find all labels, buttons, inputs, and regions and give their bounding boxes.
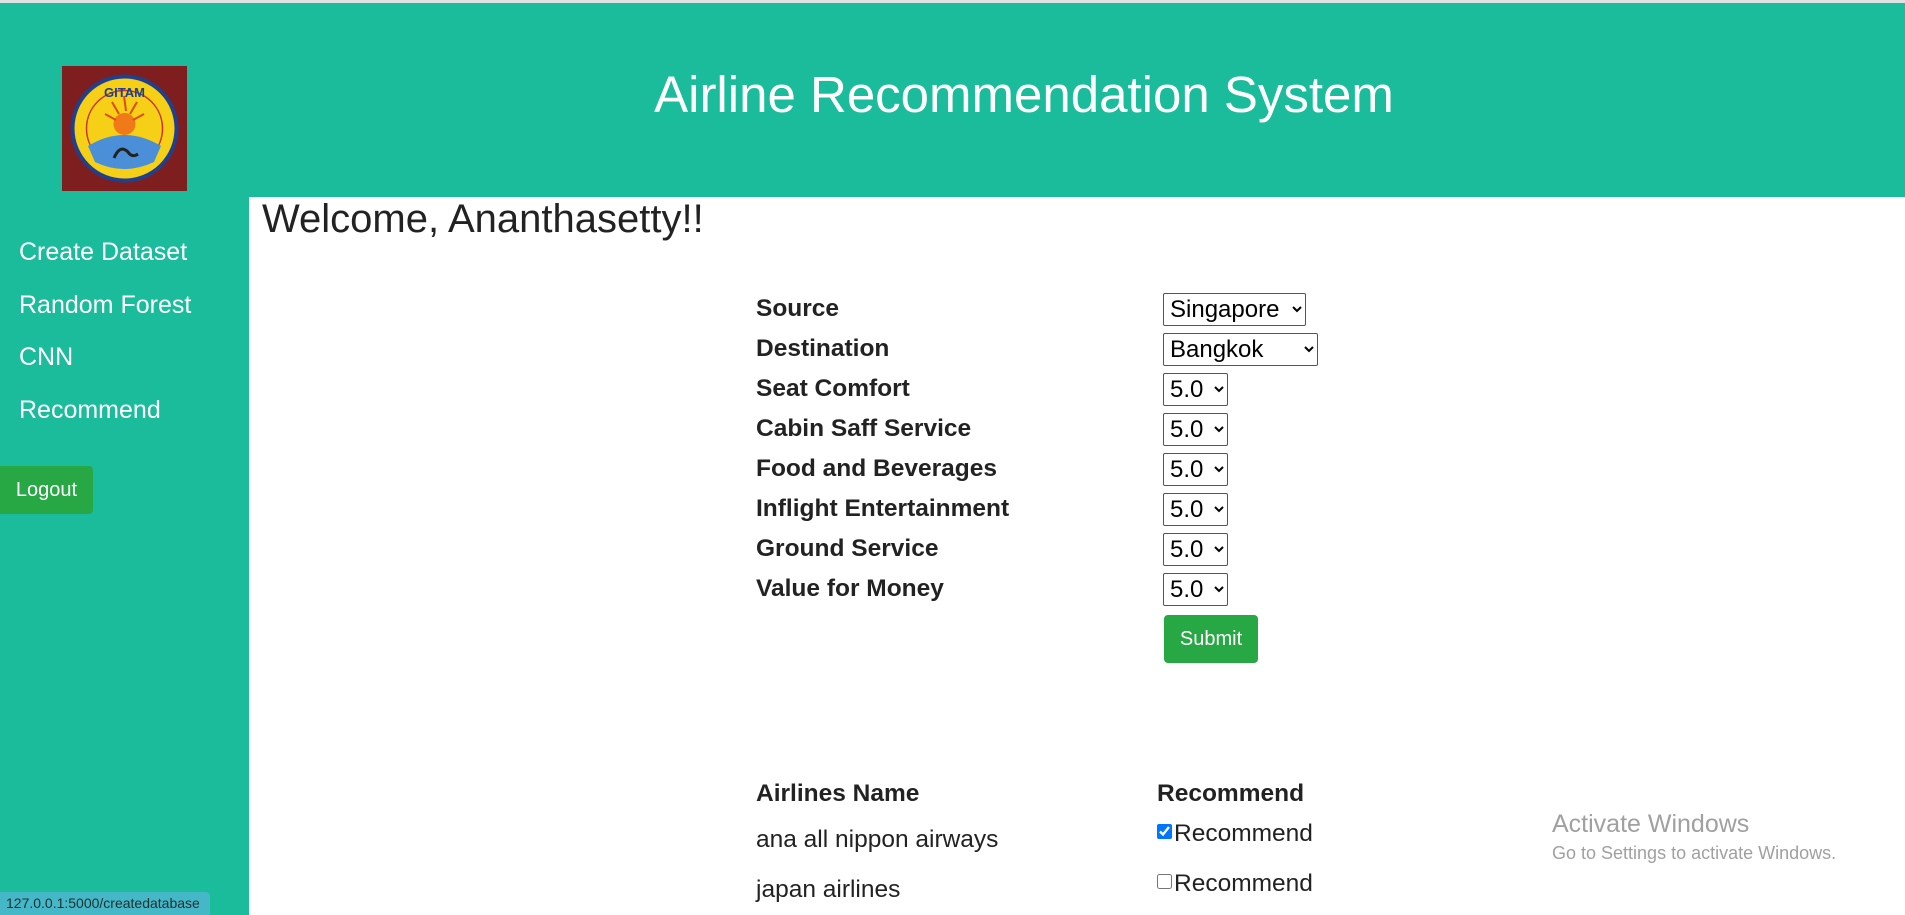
cabin-staff-service-select[interactable]: 5.0 — [1163, 413, 1228, 446]
sidebar-item-cnn[interactable]: CNN — [19, 342, 191, 395]
inflight-entertainment-select[interactable]: 5.0 — [1163, 493, 1228, 526]
source-label: Source — [756, 295, 840, 322]
ground-service-label: Ground Service — [756, 535, 939, 562]
recommend-checkbox-label: Recommend — [1174, 870, 1313, 897]
status-bar-url: 127.0.0.1:5000/createdatabase — [0, 892, 210, 915]
value-for-money-select[interactable]: 5.0 — [1163, 573, 1228, 606]
airline-name: ana all nippon airways — [756, 826, 999, 853]
page-title: Airline Recommendation System — [654, 66, 1394, 123]
watermark-title: Activate Windows — [1552, 810, 1750, 838]
food-beverages-select[interactable]: 5.0 — [1163, 453, 1228, 486]
sidebar-nav: Create Dataset Random Forest CNN Recomme… — [19, 237, 191, 447]
food-beverages-label: Food and Beverages — [756, 455, 997, 482]
seat-comfort-select[interactable]: 5.0 — [1163, 373, 1228, 406]
column-header-airlines-name: Airlines Name — [756, 780, 920, 807]
column-header-recommend: Recommend — [1157, 780, 1305, 807]
seat-comfort-label: Seat Comfort — [756, 375, 910, 402]
recommend-checkbox[interactable] — [1157, 874, 1172, 889]
logout-button[interactable]: Logout — [0, 466, 93, 514]
recommend-checkbox-label: Recommend — [1174, 820, 1313, 847]
university-logo: GITAM — [62, 66, 187, 191]
recommend-option[interactable]: Recommend — [1157, 870, 1313, 898]
destination-select[interactable]: Bangkok — [1163, 333, 1318, 366]
welcome-message: Welcome, Ananthasetty!! — [262, 197, 704, 241]
sidebar-item-create-dataset[interactable]: Create Dataset — [19, 237, 191, 290]
sidebar: GITAM Create Dataset Random Forest CNN R… — [0, 3, 249, 915]
submit-button[interactable]: Submit — [1164, 615, 1258, 663]
logo-lettering: GITAM — [104, 85, 145, 100]
sidebar-item-random-forest[interactable]: Random Forest — [19, 290, 191, 343]
recommend-checkbox[interactable] — [1157, 824, 1172, 839]
page-header: Airline Recommendation System — [249, 3, 1905, 197]
table-row: ana all nippon airways Recommend — [756, 820, 1356, 860]
recommend-option[interactable]: Recommend — [1157, 820, 1313, 848]
activation-watermark: Activate Windows Go to Settings to activ… — [1552, 810, 1836, 864]
value-for-money-label: Value for Money — [756, 575, 944, 602]
table-row: japan airlines Recommend — [756, 870, 1356, 910]
airline-name: japan airlines — [756, 876, 901, 903]
cabin-staff-service-label: Cabin Saff Service — [756, 415, 972, 442]
sidebar-item-recommend[interactable]: Recommend — [19, 395, 191, 448]
destination-label: Destination — [756, 335, 890, 362]
source-select[interactable]: Singapore — [1163, 293, 1306, 326]
watermark-subtitle: Go to Settings to activate Windows. — [1552, 843, 1837, 863]
inflight-entertainment-label: Inflight Entertainment — [756, 495, 1010, 522]
ground-service-select[interactable]: 5.0 — [1163, 533, 1228, 566]
